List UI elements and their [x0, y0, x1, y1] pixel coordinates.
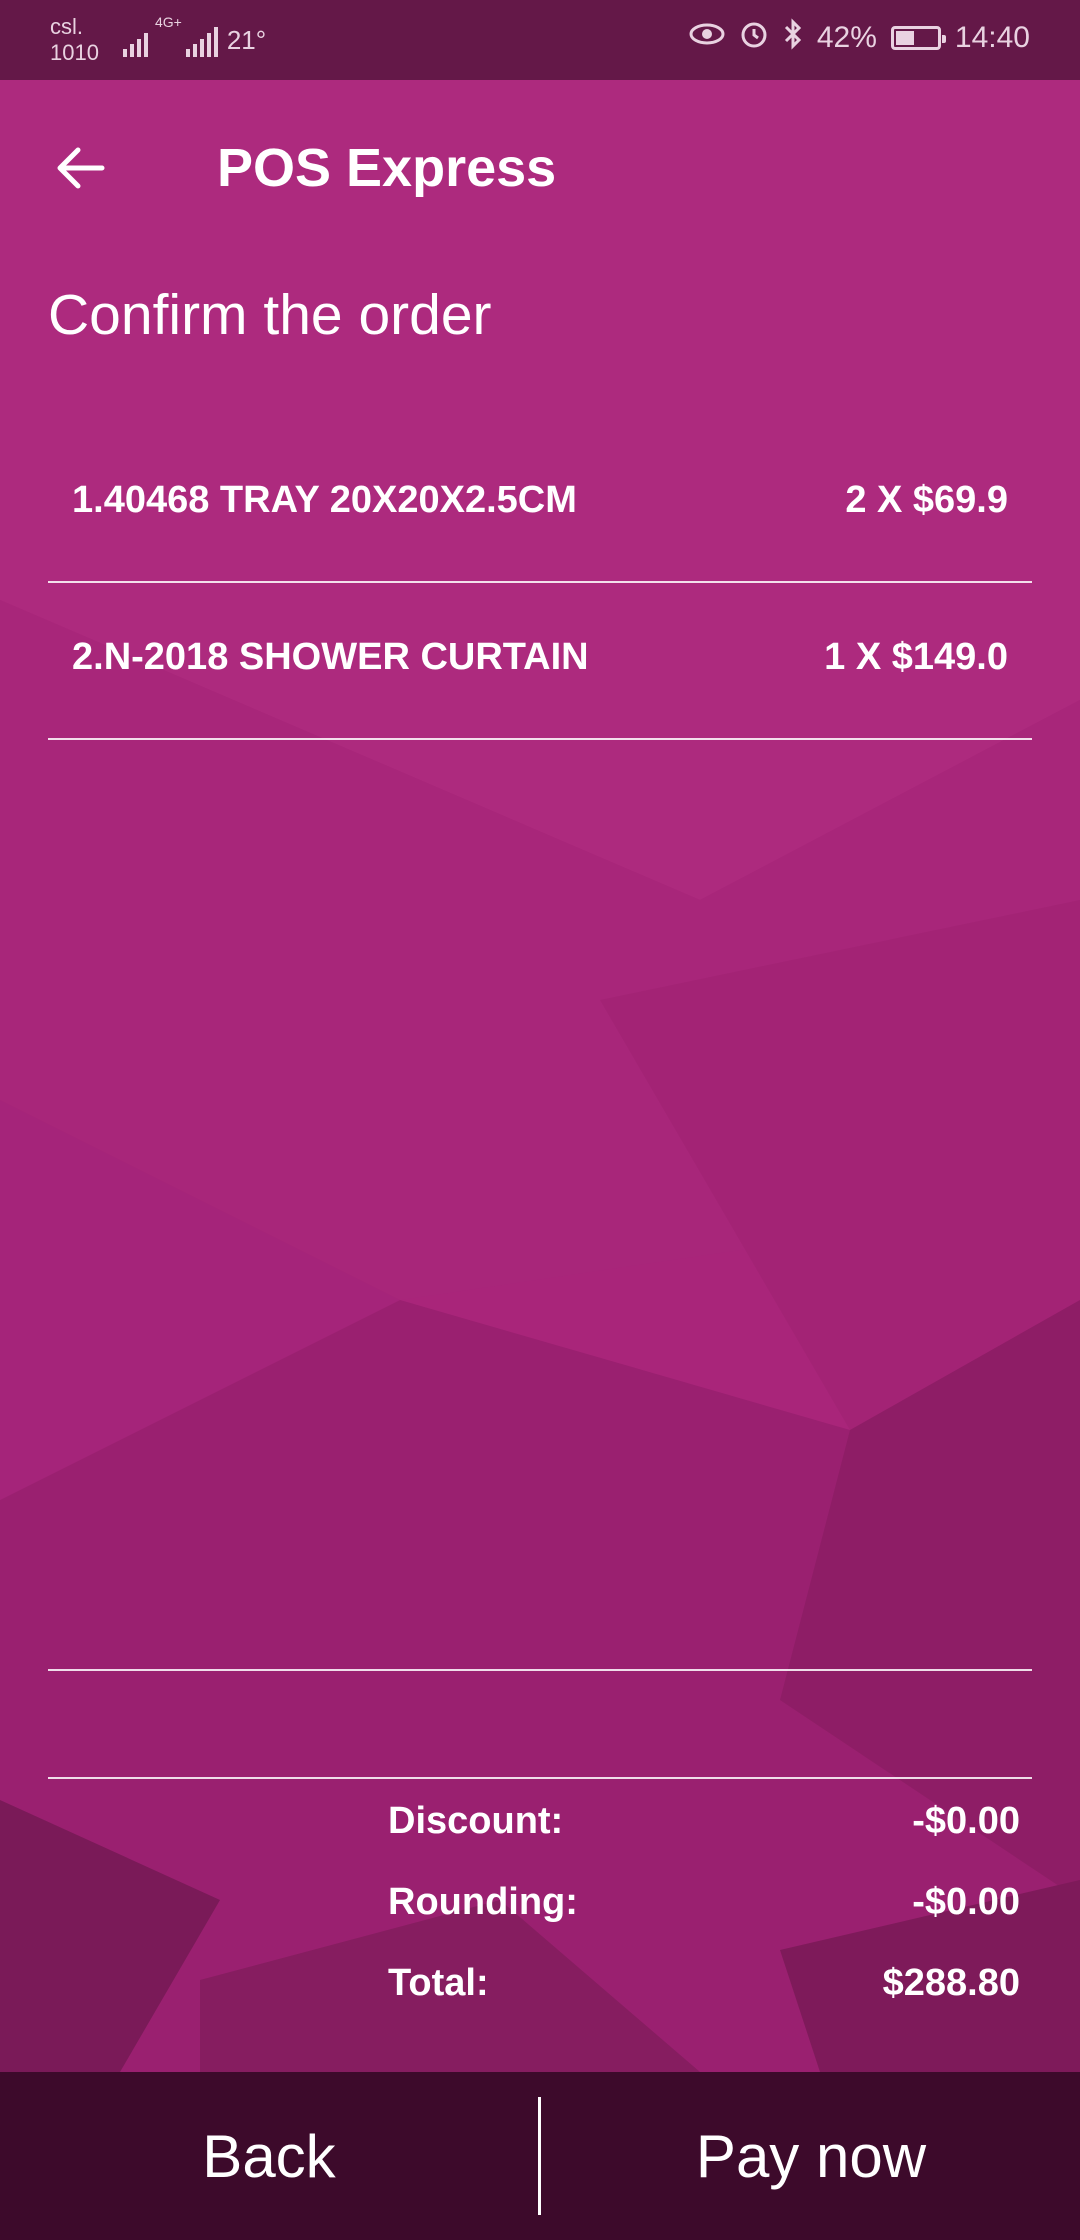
battery-percent: 42% [816, 21, 877, 54]
item-name: 2.N-2018 SHOWER CURTAIN [72, 636, 589, 678]
total-label: Total: [388, 1962, 489, 2004]
temperature: 21° [226, 24, 267, 55]
rounding-label: Rounding: [388, 1881, 578, 1923]
discount-row: Discount: -$0.00 [388, 1800, 1020, 1860]
discount-value: -$0.00 [912, 1800, 1020, 1842]
app-bar: POS Express [0, 80, 1080, 255]
divider [48, 1777, 1032, 1779]
bluetooth-icon [783, 18, 803, 58]
total-row: Total: $288.80 [388, 1962, 1020, 2022]
rounding-value: -$0.00 [912, 1881, 1020, 1923]
button-separator [538, 2097, 541, 2215]
arrow-left-icon[interactable] [50, 136, 114, 200]
signal-icon [122, 23, 151, 57]
bottom-action-bar: Back Pay now [0, 2072, 1080, 2240]
status-bar: csl. 1010 4G+ 21° 42% 14:40 [0, 0, 1080, 80]
carrier-line2: 1010 [50, 40, 99, 65]
pay-now-button[interactable]: Pay now [542, 2072, 1080, 2240]
back-button[interactable]: Back [0, 2072, 538, 2240]
alarm-icon [739, 19, 769, 57]
eye-icon [689, 21, 725, 55]
discount-label: Discount: [388, 1800, 564, 1842]
order-item-list: 1.40468 TRAY 20X20X2.5CM 2 X $69.9 2.N-2… [48, 426, 1032, 740]
signal-icon [185, 23, 221, 57]
page-title: Confirm the order [48, 283, 492, 347]
item-quantity-price: 1 X $149.0 [824, 636, 1008, 678]
item-quantity-price: 2 X $69.9 [845, 479, 1008, 521]
order-item[interactable]: 2.N-2018 SHOWER CURTAIN 1 X $149.0 [48, 583, 1032, 740]
network-type: 4G+ [154, 14, 182, 30]
order-item[interactable]: 1.40468 TRAY 20X20X2.5CM 2 X $69.9 [48, 426, 1032, 583]
total-value: $288.80 [882, 1962, 1020, 2004]
item-name: 1.40468 TRAY 20X20X2.5CM [72, 479, 577, 521]
battery-icon [890, 26, 946, 50]
carrier-label: csl. 1010 [50, 14, 99, 66]
rounding-row: Rounding: -$0.00 [388, 1881, 1020, 1941]
clock: 14:40 [954, 21, 1030, 54]
divider [48, 1669, 1032, 1671]
carrier-line1: csl. [50, 14, 83, 39]
app-title: POS Express [217, 138, 557, 198]
